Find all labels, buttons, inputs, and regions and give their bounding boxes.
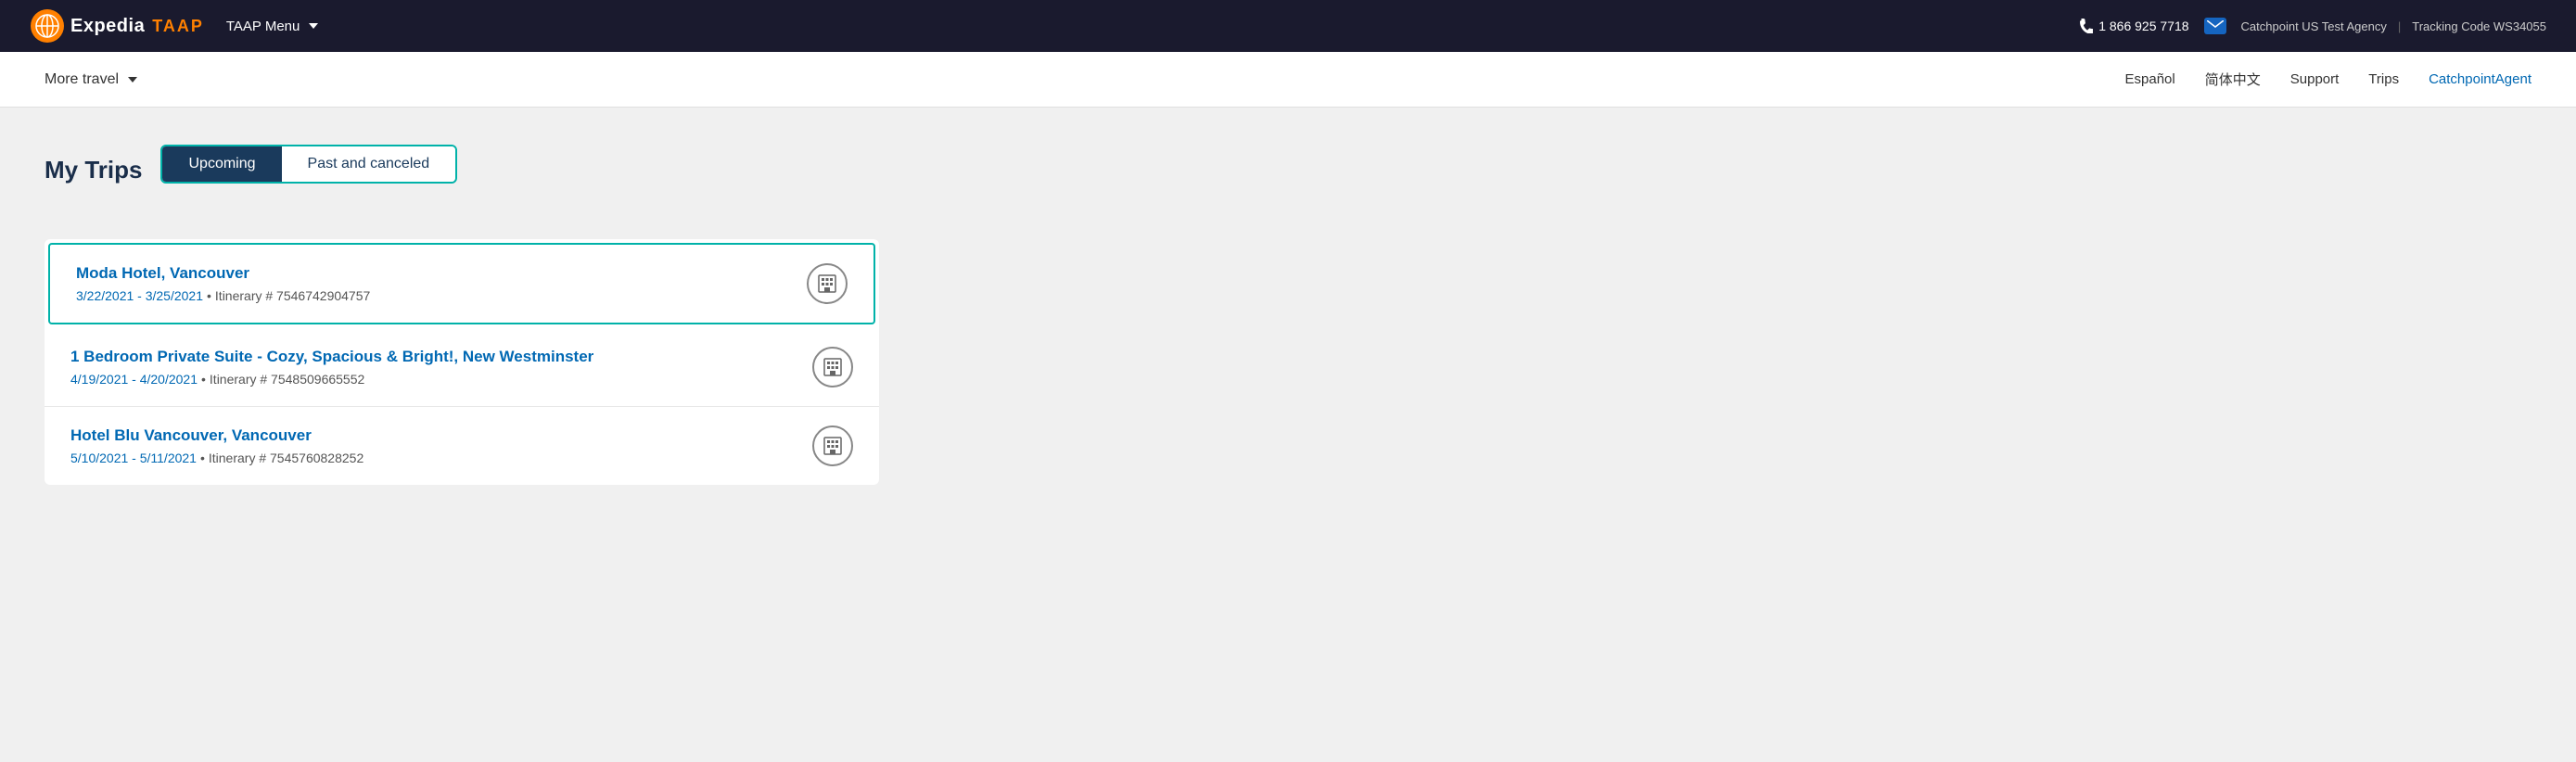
secondary-nav: More travel Español 简体中文 Support Trips C… bbox=[0, 52, 2576, 108]
taap-label: TAAP bbox=[152, 17, 204, 36]
trip-details-2: 4/19/2021 - 4/20/2021 • Itinerary # 7548… bbox=[70, 372, 593, 387]
support-link[interactable]: Support bbox=[2290, 71, 2340, 87]
trip-name-2: 1 Bedroom Private Suite - Cozy, Spacious… bbox=[70, 348, 593, 366]
phone-icon bbox=[2078, 19, 2093, 33]
trip-dates-3: 5/10/2021 - 5/11/2021 bbox=[70, 451, 197, 465]
secondary-nav-right: Español 简体中文 Support Trips CatchpointAge… bbox=[2125, 70, 2531, 89]
hotel-icon-1 bbox=[807, 263, 848, 304]
tabs-container: Upcoming Past and canceled bbox=[160, 145, 457, 184]
table-row[interactable]: Moda Hotel, Vancouver 3/22/2021 - 3/25/2… bbox=[48, 243, 875, 324]
expedia-logo[interactable]: Expedia bbox=[30, 8, 145, 44]
logo-area: Expedia TAAP bbox=[30, 8, 204, 44]
table-row[interactable]: 1 Bedroom Private Suite - Cozy, Spacious… bbox=[45, 328, 879, 407]
trip-details-3: 5/10/2021 - 5/11/2021 • Itinerary # 7545… bbox=[70, 451, 363, 465]
trip-name-3: Hotel Blu Vancouver, Vancouver bbox=[70, 426, 363, 445]
title-row: My Trips Upcoming Past and canceled bbox=[45, 145, 2531, 213]
trip-dates-2: 4/19/2021 - 4/20/2021 bbox=[70, 372, 198, 387]
page-title: My Trips bbox=[45, 156, 142, 184]
more-travel-chevron-icon bbox=[128, 77, 137, 83]
email-envelope-icon bbox=[2207, 20, 2224, 32]
espanol-link[interactable]: Español bbox=[2125, 71, 2175, 87]
top-bar: Expedia TAAP TAAP Menu 1 866 925 7718 Ca… bbox=[0, 0, 2576, 52]
hotel-icon-2 bbox=[812, 347, 853, 387]
taap-menu-button[interactable]: TAAP Menu bbox=[226, 19, 318, 34]
email-icon[interactable] bbox=[2204, 18, 2226, 34]
building-icon-3 bbox=[822, 435, 844, 457]
top-bar-left: Expedia TAAP TAAP Menu bbox=[30, 8, 318, 44]
trip-details-1: 3/22/2021 - 3/25/2021 • Itinerary # 7546… bbox=[76, 288, 370, 303]
chinese-link[interactable]: 简体中文 bbox=[2205, 70, 2261, 89]
trip-info-2: 1 Bedroom Private Suite - Cozy, Spacious… bbox=[70, 348, 593, 387]
trip-name-1: Moda Hotel, Vancouver bbox=[76, 264, 370, 283]
phone-area: 1 866 925 7718 bbox=[2078, 19, 2188, 33]
main-content: My Trips Upcoming Past and canceled Moda… bbox=[0, 108, 2576, 762]
top-bar-right: 1 866 925 7718 Catchpoint US Test Agency… bbox=[2078, 18, 2546, 34]
divider: | bbox=[2398, 19, 2401, 33]
agency-info: Catchpoint US Test Agency | Tracking Cod… bbox=[2241, 19, 2546, 33]
trip-itinerary-text-1: Itinerary # 7546742904757 bbox=[215, 288, 370, 303]
trip-itinerary-text-2: Itinerary # 7548509665552 bbox=[210, 372, 364, 387]
more-travel-button[interactable]: More travel bbox=[45, 71, 137, 88]
building-icon-2 bbox=[822, 356, 844, 378]
tab-past[interactable]: Past and canceled bbox=[282, 146, 456, 182]
hotel-icon-3 bbox=[812, 425, 853, 466]
agency-name: Catchpoint US Test Agency bbox=[2241, 19, 2387, 33]
phone-number: 1 866 925 7718 bbox=[2098, 19, 2188, 33]
trip-dates-1: 3/22/2021 - 3/25/2021 bbox=[76, 288, 203, 303]
expedia-wordmark: Expedia bbox=[70, 16, 145, 37]
table-row[interactable]: Hotel Blu Vancouver, Vancouver 5/10/2021… bbox=[45, 407, 879, 485]
tracking-code: Tracking Code WS34055 bbox=[2412, 19, 2546, 33]
catchpoint-agent-link[interactable]: CatchpointAgent bbox=[2429, 71, 2531, 87]
trip-info-1: Moda Hotel, Vancouver 3/22/2021 - 3/25/2… bbox=[76, 264, 370, 303]
building-icon-1 bbox=[816, 273, 838, 295]
trip-itinerary-3: • bbox=[200, 451, 205, 465]
trip-itinerary-1: • bbox=[207, 288, 211, 303]
trips-link[interactable]: Trips bbox=[2368, 71, 2399, 87]
trips-list: Moda Hotel, Vancouver 3/22/2021 - 3/25/2… bbox=[45, 239, 879, 485]
taap-menu-chevron-icon bbox=[309, 23, 318, 29]
tab-upcoming[interactable]: Upcoming bbox=[162, 146, 281, 182]
trip-itinerary-text-3: Itinerary # 7545760828252 bbox=[209, 451, 363, 465]
expedia-globe-icon bbox=[30, 8, 65, 44]
trip-itinerary-2: • bbox=[201, 372, 206, 387]
trip-info-3: Hotel Blu Vancouver, Vancouver 5/10/2021… bbox=[70, 426, 363, 465]
secondary-nav-left: More travel bbox=[45, 71, 137, 88]
